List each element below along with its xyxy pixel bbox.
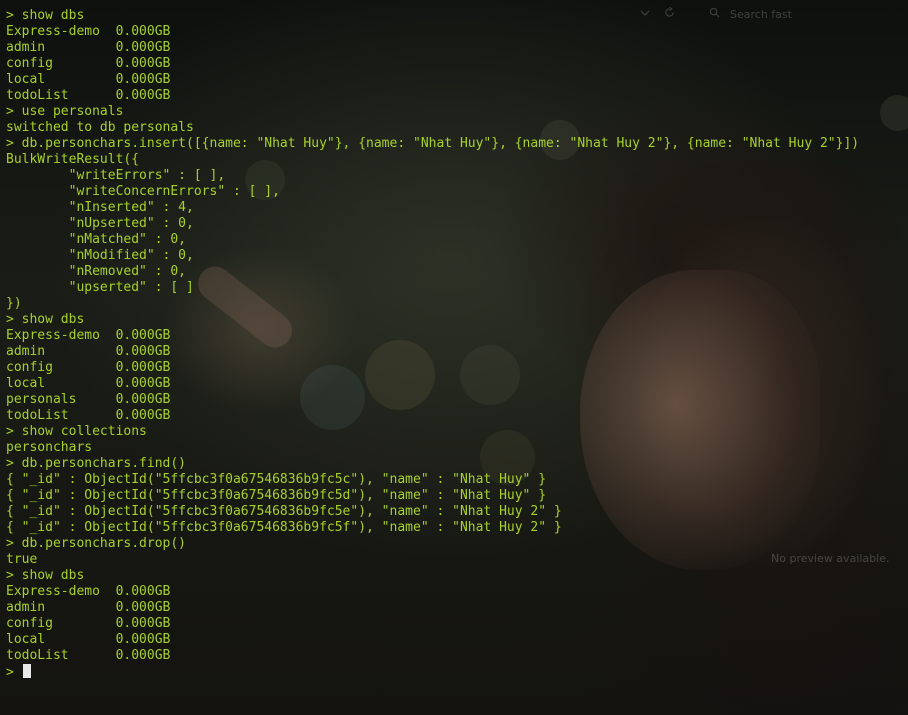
terminal-line: config 0.000GB <box>6 616 171 631</box>
terminal-line: todoList 0.000GB <box>6 648 171 663</box>
terminal-line: > db.personchars.drop() <box>6 536 187 551</box>
terminal-line: config 0.000GB <box>6 56 171 71</box>
terminal-line: Express-demo 0.000GB <box>6 24 171 39</box>
terminal-line: admin 0.000GB <box>6 344 171 359</box>
terminal-line: admin 0.000GB <box>6 40 171 55</box>
terminal-line: "nUpserted" : 0, <box>6 216 194 231</box>
terminal-line: todoList 0.000GB <box>6 88 171 103</box>
terminal-line: Express-demo 0.000GB <box>6 328 171 343</box>
terminal-line: > db.personchars.find() <box>6 456 187 471</box>
terminal-line: > show collections <box>6 424 147 439</box>
terminal-line: local 0.000GB <box>6 632 171 647</box>
terminal-line: > show dbs <box>6 568 85 583</box>
terminal-line: local 0.000GB <box>6 72 171 87</box>
terminal-line: { "_id" : ObjectId("5ffcbc3f0a67546836b9… <box>6 472 547 487</box>
terminal-line: "upserted" : [ ] <box>6 280 194 295</box>
terminal-line: }) <box>6 296 22 311</box>
text-cursor <box>22 664 31 678</box>
terminal-line: Express-demo 0.000GB <box>6 584 171 599</box>
terminal-line: "nMatched" : 0, <box>6 232 187 247</box>
terminal-line: { "_id" : ObjectId("5ffcbc3f0a67546836b9… <box>6 504 562 519</box>
terminal-line: "nInserted" : 4, <box>6 200 194 215</box>
terminal-line: personals 0.000GB <box>6 392 171 407</box>
terminal-window[interactable]: Search fast No preview available. > show… <box>0 0 908 715</box>
terminal-line: "writeErrors" : [ ], <box>6 168 226 183</box>
terminal-line: todoList 0.000GB <box>6 408 171 423</box>
terminal-line: admin 0.000GB <box>6 600 171 615</box>
terminal-output: > show dbs Express-demo 0.000GB admin 0.00… <box>6 8 908 680</box>
terminal-line: > show dbs <box>6 312 85 327</box>
terminal-line: switched to db personals <box>6 120 194 135</box>
terminal-line: { "_id" : ObjectId("5ffcbc3f0a67546836b9… <box>6 488 547 503</box>
prompt-symbol: > <box>6 665 22 680</box>
terminal-input-line[interactable]: > <box>6 664 908 680</box>
terminal-line: > use personals <box>6 104 124 119</box>
terminal-line: > db.personchars.insert([{name: "Nhat Hu… <box>6 136 860 151</box>
terminal-line: local 0.000GB <box>6 376 171 391</box>
terminal-line: true <box>6 552 38 567</box>
terminal-line: "nRemoved" : 0, <box>6 264 187 279</box>
terminal-line: "nModified" : 0, <box>6 248 194 263</box>
terminal-line: "writeConcernErrors" : [ ], <box>6 184 280 199</box>
terminal-line: { "_id" : ObjectId("5ffcbc3f0a67546836b9… <box>6 520 562 535</box>
terminal-line: > show dbs <box>6 8 85 23</box>
terminal-line: personchars <box>6 440 93 455</box>
terminal-line: config 0.000GB <box>6 360 171 375</box>
terminal-line: BulkWriteResult({ <box>6 152 140 167</box>
